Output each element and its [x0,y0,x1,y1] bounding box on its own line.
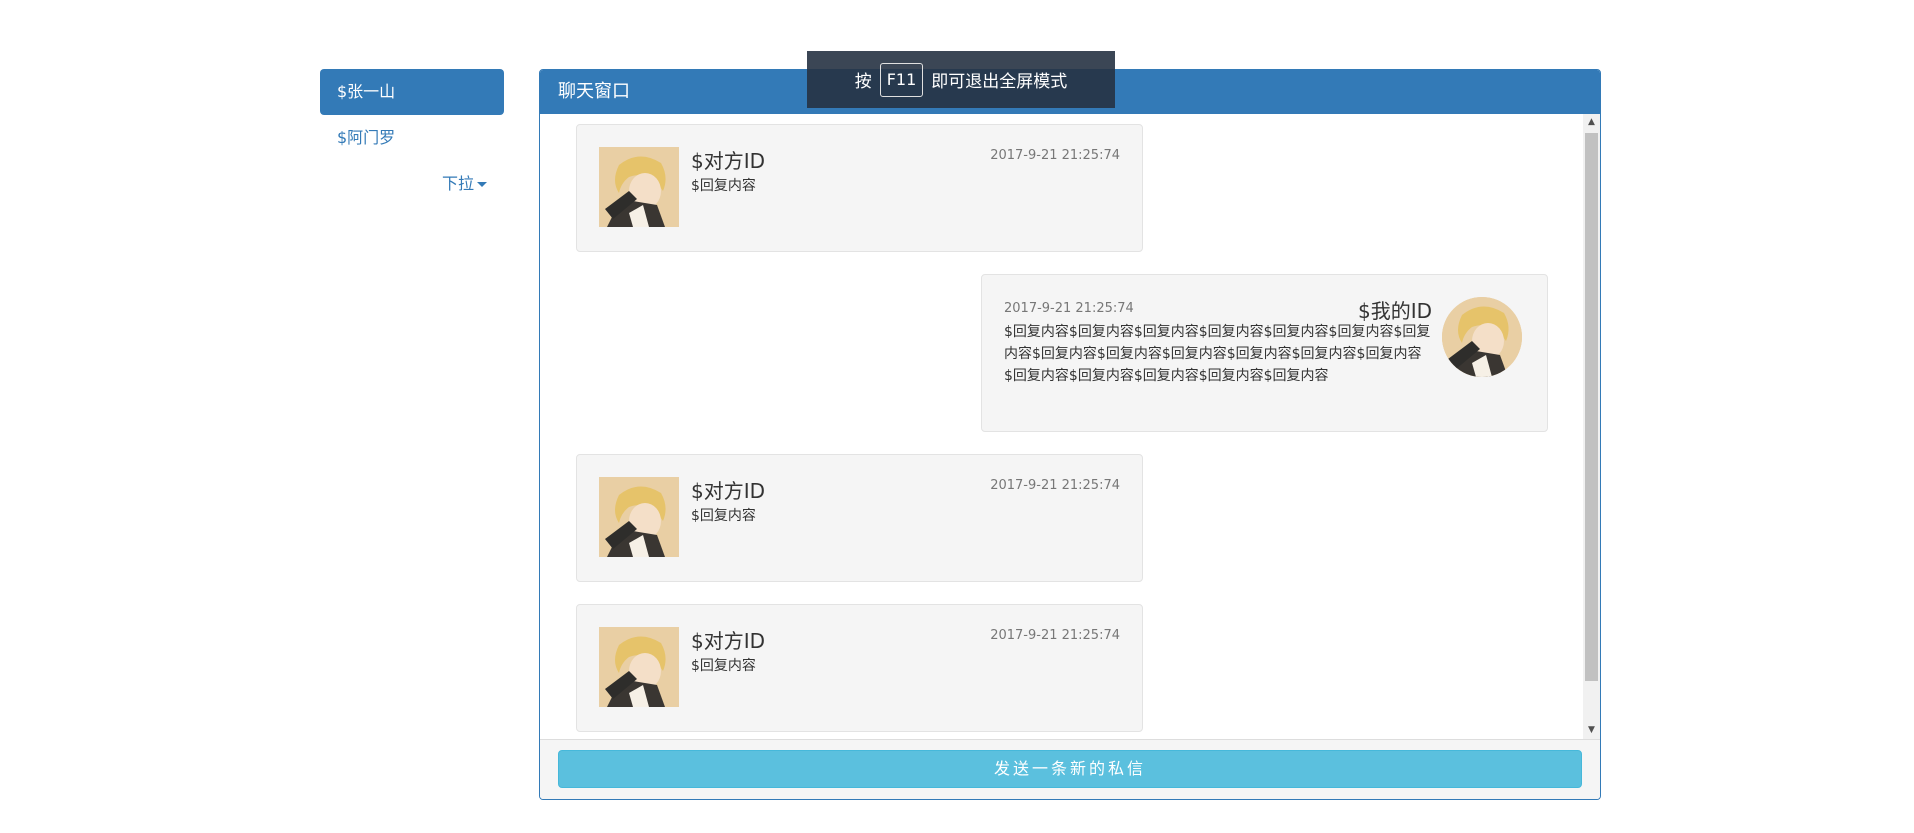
send-message-button[interactable]: 发送一条新的私信 [558,750,1582,788]
chat-body: $对方ID 2017-9-21 21:25:74 $回复内容 2017-9-21… [540,114,1600,739]
f11-key: F11 [879,62,924,97]
message-item: $对方ID 2017-9-21 21:25:74 $回复内容 [576,124,1143,252]
hint-suffix: 即可退出全屏模式 [931,72,1068,92]
avatar [599,477,679,557]
sidebar: $张一山 $阿门罗 下拉 [320,69,504,207]
fullscreen-exit-hint: 按 F11 即可退出全屏模式 [807,51,1115,108]
avatar [599,147,679,227]
message-text: $回复内容$回复内容$回复内容$回复内容$回复内容$回复内容$回复内容$回复内容… [1004,324,1431,384]
sender-name: $对方ID [691,629,766,653]
sidebar-dropdown-toggle[interactable]: 下拉 [320,161,504,207]
message-timestamp: 2017-9-21 21:25:74 [990,148,1120,163]
message-text: $回复内容 [691,178,756,194]
caret-down-icon [477,182,487,187]
sidebar-item-zhangyishan[interactable]: $张一山 [320,69,504,115]
chat-scrollbar[interactable]: ▲ ▼ [1583,114,1600,739]
panel-footer: 发送一条新的私信 [540,739,1600,799]
sidebar-item-amenluo[interactable]: $阿门罗 [320,115,504,161]
message-timestamp: 2017-9-21 21:25:74 [990,628,1120,643]
hint-prefix: 按 [854,72,872,92]
message-item: $对方ID 2017-9-21 21:25:74 $回复内容 [576,454,1143,582]
message-text: $回复内容 [691,508,756,524]
message-text: $回复内容 [691,658,756,674]
avatar [1442,297,1522,377]
message-item: $对方ID 2017-9-21 21:25:74 $回复内容 [576,604,1143,732]
scroll-up-arrow-icon[interactable]: ▲ [1583,114,1600,131]
message-timestamp: 2017-9-21 21:25:74 [990,478,1120,493]
dropdown-label: 下拉 [441,174,474,193]
scroll-down-arrow-icon[interactable]: ▼ [1583,722,1600,739]
message-item: 2017-9-21 21:25:74 $我的ID $回复内容$回复内容$回复内容… [981,274,1548,432]
message-timestamp: 2017-9-21 21:25:74 [1004,301,1134,316]
sender-name: $我的ID [1357,299,1432,323]
avatar [599,627,679,707]
scroll-thumb[interactable] [1585,133,1598,681]
chat-panel: 聊天窗口 $对方ID 2017-9-21 21:25:74 $回复内容 2017… [539,69,1601,800]
sender-name: $对方ID [691,479,766,503]
sender-name: $对方ID [691,149,766,173]
